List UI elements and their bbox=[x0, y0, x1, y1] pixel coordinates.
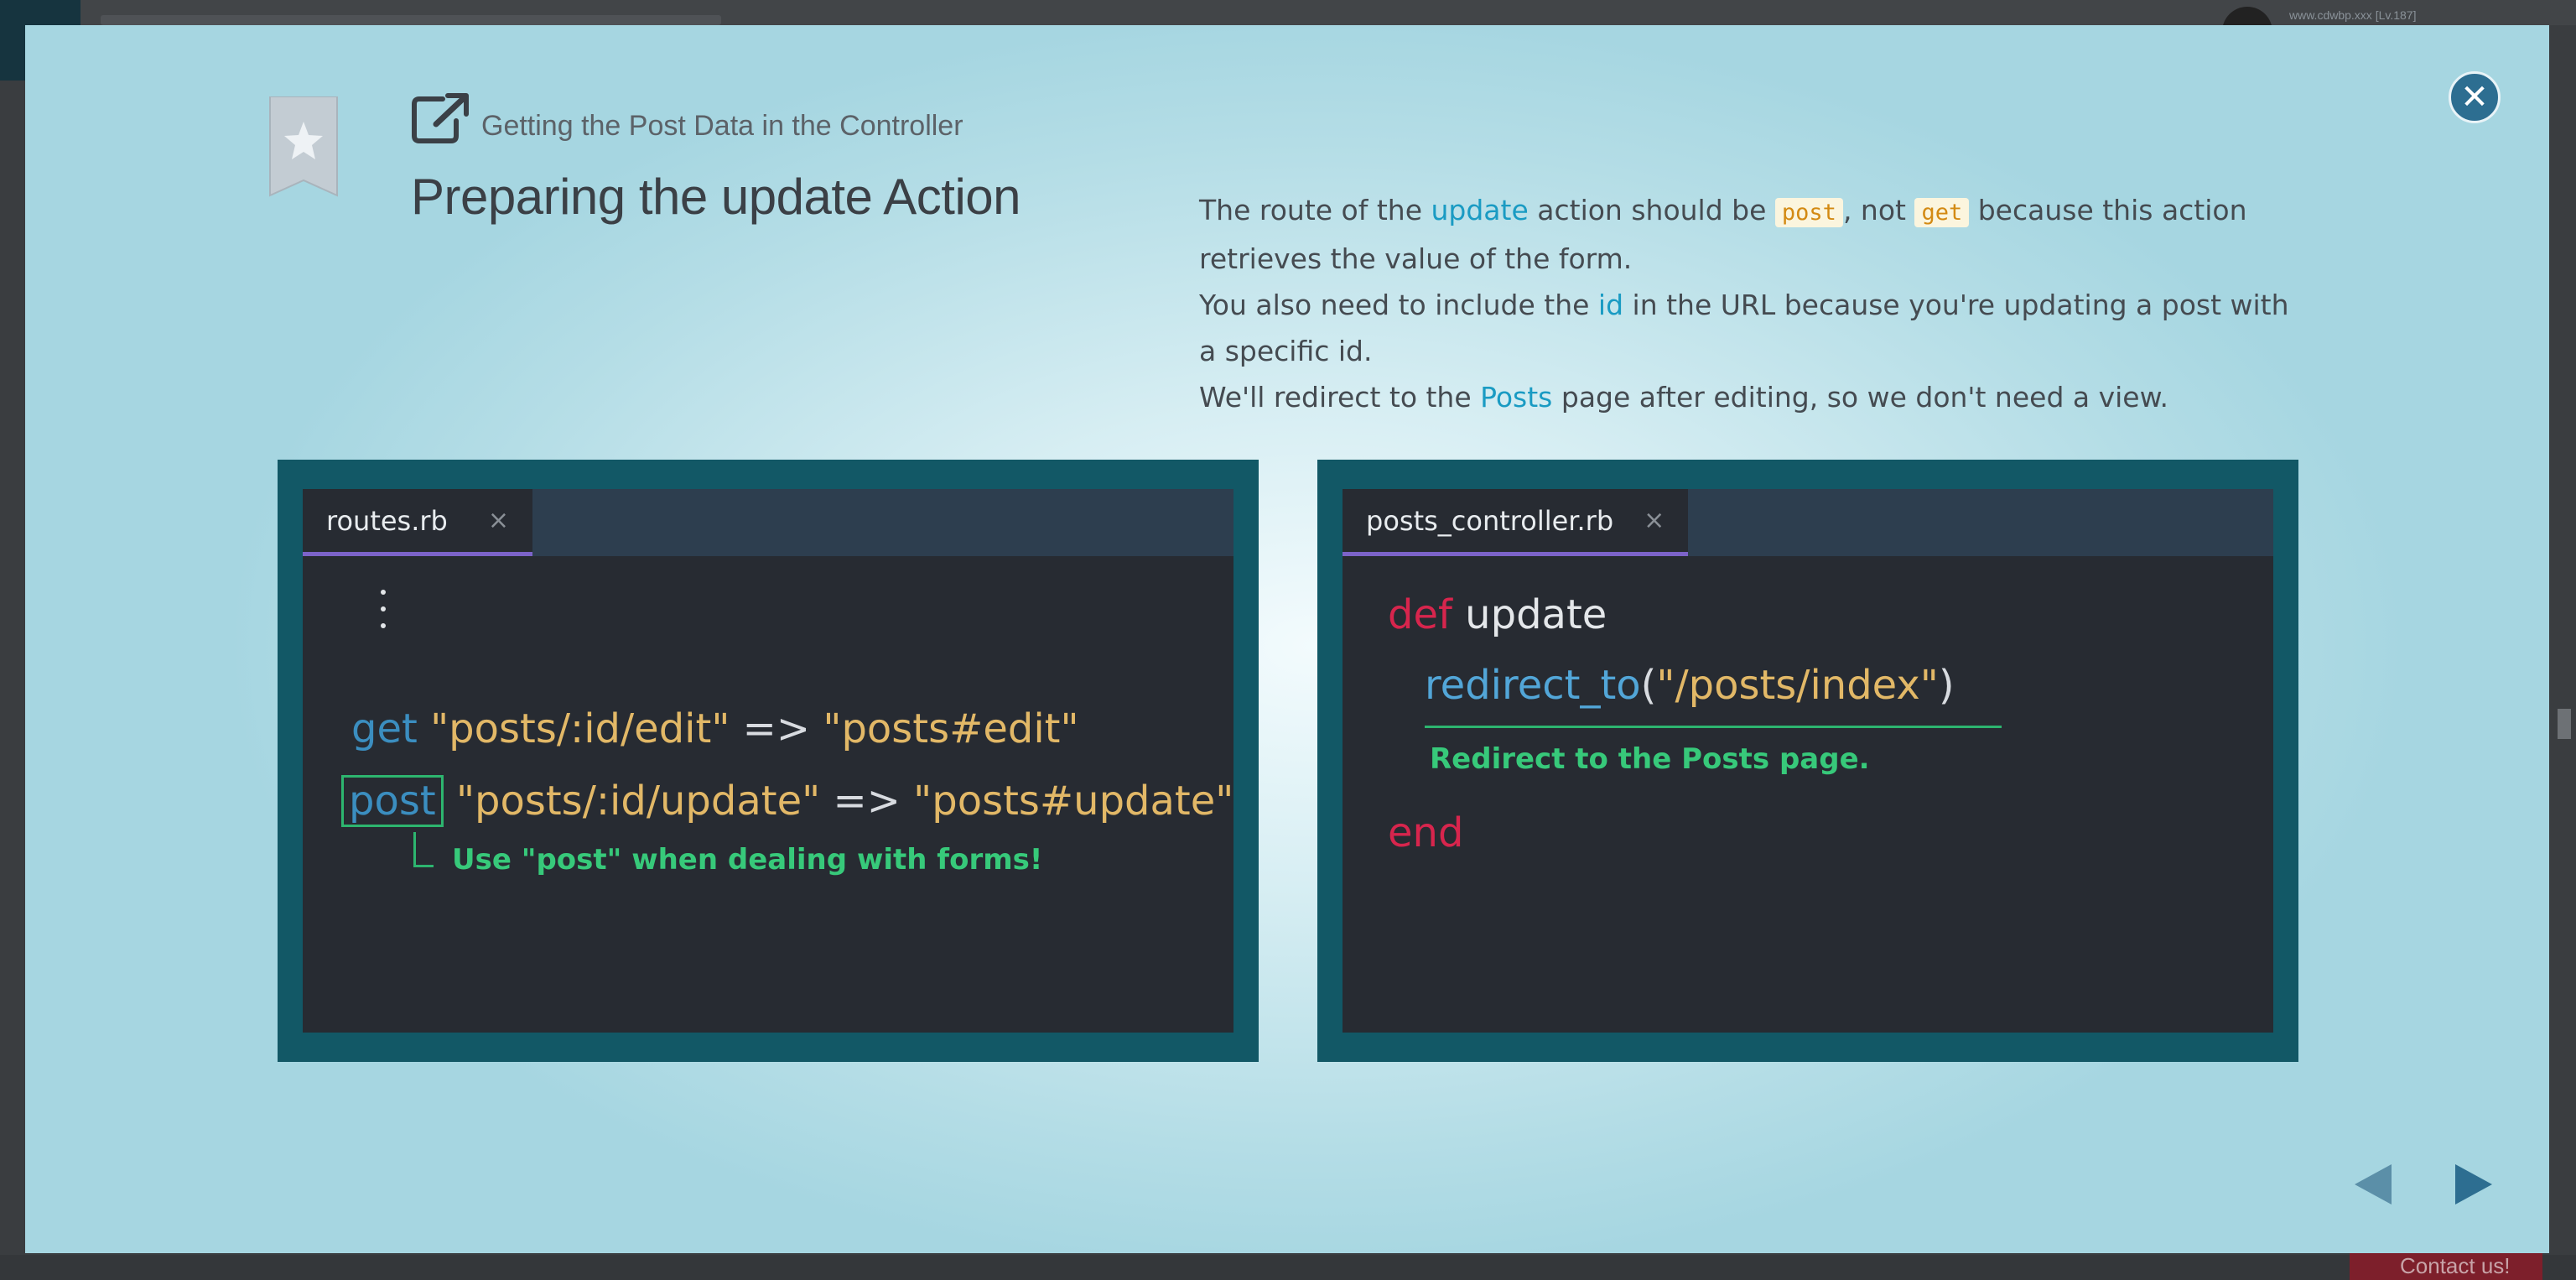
annotation-note: Redirect to the Posts page. bbox=[1430, 742, 1870, 776]
tab-posts-controller-rb[interactable]: posts_controller.rb × bbox=[1343, 489, 1689, 556]
close-button[interactable]: ✕ bbox=[2449, 71, 2501, 123]
desc-link-posts[interactable]: Posts bbox=[1480, 381, 1552, 414]
contact-button[interactable]: Contact us! bbox=[2350, 1250, 2542, 1280]
close-icon: ✕ bbox=[2460, 78, 2489, 117]
desc-text: The route of the bbox=[1199, 194, 1431, 226]
desc-text: You also need to include the bbox=[1199, 289, 1598, 321]
subtitle-row: Getting the Post Data in the Controller bbox=[411, 92, 963, 144]
code-keyword: def bbox=[1388, 591, 1452, 638]
tab-close-icon[interactable]: × bbox=[1644, 506, 1665, 535]
code-line-def: def update bbox=[1388, 591, 1607, 638]
code-operator: => bbox=[730, 705, 823, 752]
annotation-bracket bbox=[413, 832, 434, 867]
desc-text: action should be bbox=[1528, 194, 1775, 226]
code-editor: routes.rb × get "posts/:id/edit" => "pos… bbox=[303, 489, 1233, 1033]
prev-arrow-icon[interactable] bbox=[2355, 1164, 2392, 1205]
page-title: Preparing the update Action bbox=[411, 169, 1021, 225]
background-scrollbar bbox=[2558, 709, 2571, 739]
next-arrow-icon[interactable] bbox=[2455, 1164, 2492, 1205]
code-keyword: get bbox=[351, 705, 418, 752]
tab-close-icon[interactable]: × bbox=[488, 506, 509, 535]
code-line-get: get "posts/:id/edit" => "posts#edit" bbox=[351, 705, 1079, 752]
tab-routes-rb[interactable]: routes.rb × bbox=[303, 489, 532, 556]
code-operator: => bbox=[820, 778, 914, 825]
code-keyword: end bbox=[1388, 809, 1464, 856]
desc-link-update[interactable]: update bbox=[1431, 194, 1529, 226]
code-editor: posts_controller.rb × def update redirec… bbox=[1343, 489, 2273, 1033]
code-panel-controller: posts_controller.rb × def update redirec… bbox=[1317, 460, 2298, 1062]
background-bottombar: Contact us! bbox=[0, 1250, 2576, 1280]
code-panel-routes: routes.rb × get "posts/:id/edit" => "pos… bbox=[278, 460, 1259, 1062]
code-string: "posts/:id/update" bbox=[455, 778, 821, 825]
code-string: "posts/:id/edit" bbox=[430, 705, 730, 752]
code-string: "/posts/index" bbox=[1656, 662, 1939, 709]
background-topbar: www.cdwbp.xxx [Lv.187] bbox=[0, 0, 2576, 81]
background-url-bar bbox=[101, 15, 721, 25]
code-line-post: post "posts/:id/update" => "posts#update… bbox=[341, 775, 1234, 827]
code-string: "posts#edit" bbox=[823, 705, 1079, 752]
code-string: "posts#update" bbox=[913, 778, 1234, 825]
code-function: redirect_to bbox=[1425, 662, 1641, 709]
inline-code-get: get bbox=[1914, 198, 1970, 227]
code-method-name: update bbox=[1465, 591, 1607, 638]
editor-tabbar: posts_controller.rb × bbox=[1343, 489, 2273, 556]
tab-label: routes.rb bbox=[326, 504, 448, 537]
code-keyword-highlighted: post bbox=[341, 775, 444, 827]
desc-text: page after editing, so we don't need a v… bbox=[1552, 381, 2169, 414]
code-line-redirect: redirect_to("/posts/index") bbox=[1425, 662, 1955, 709]
slide-subtitle: Getting the Post Data in the Controller bbox=[481, 110, 963, 142]
annotation-note: Use "post" when dealing with forms! bbox=[452, 843, 1043, 877]
desc-link-id[interactable]: id bbox=[1598, 289, 1623, 321]
external-link-icon[interactable] bbox=[411, 92, 470, 144]
annotation-underline bbox=[1425, 726, 2002, 728]
ellipsis-icon bbox=[381, 590, 387, 640]
inline-code-post: post bbox=[1774, 198, 1843, 227]
code-paren: ) bbox=[1938, 662, 1955, 709]
tab-label: posts_controller.rb bbox=[1366, 504, 1614, 537]
code-line-end: end bbox=[1388, 809, 1463, 856]
desc-text: We'll redirect to the bbox=[1199, 381, 1481, 414]
code-paren: ( bbox=[1640, 662, 1657, 709]
bookmark-star-icon[interactable] bbox=[268, 96, 339, 197]
desc-text: , not bbox=[1842, 194, 1915, 226]
background-user-text: www.cdwbp.xxx [Lv.187] bbox=[2289, 8, 2417, 22]
slide-description: The route of the update action should be… bbox=[1199, 187, 2314, 420]
editor-tabbar: routes.rb × bbox=[303, 489, 1233, 556]
slide-modal: Getting the Post Data in the Controller … bbox=[25, 25, 2549, 1253]
